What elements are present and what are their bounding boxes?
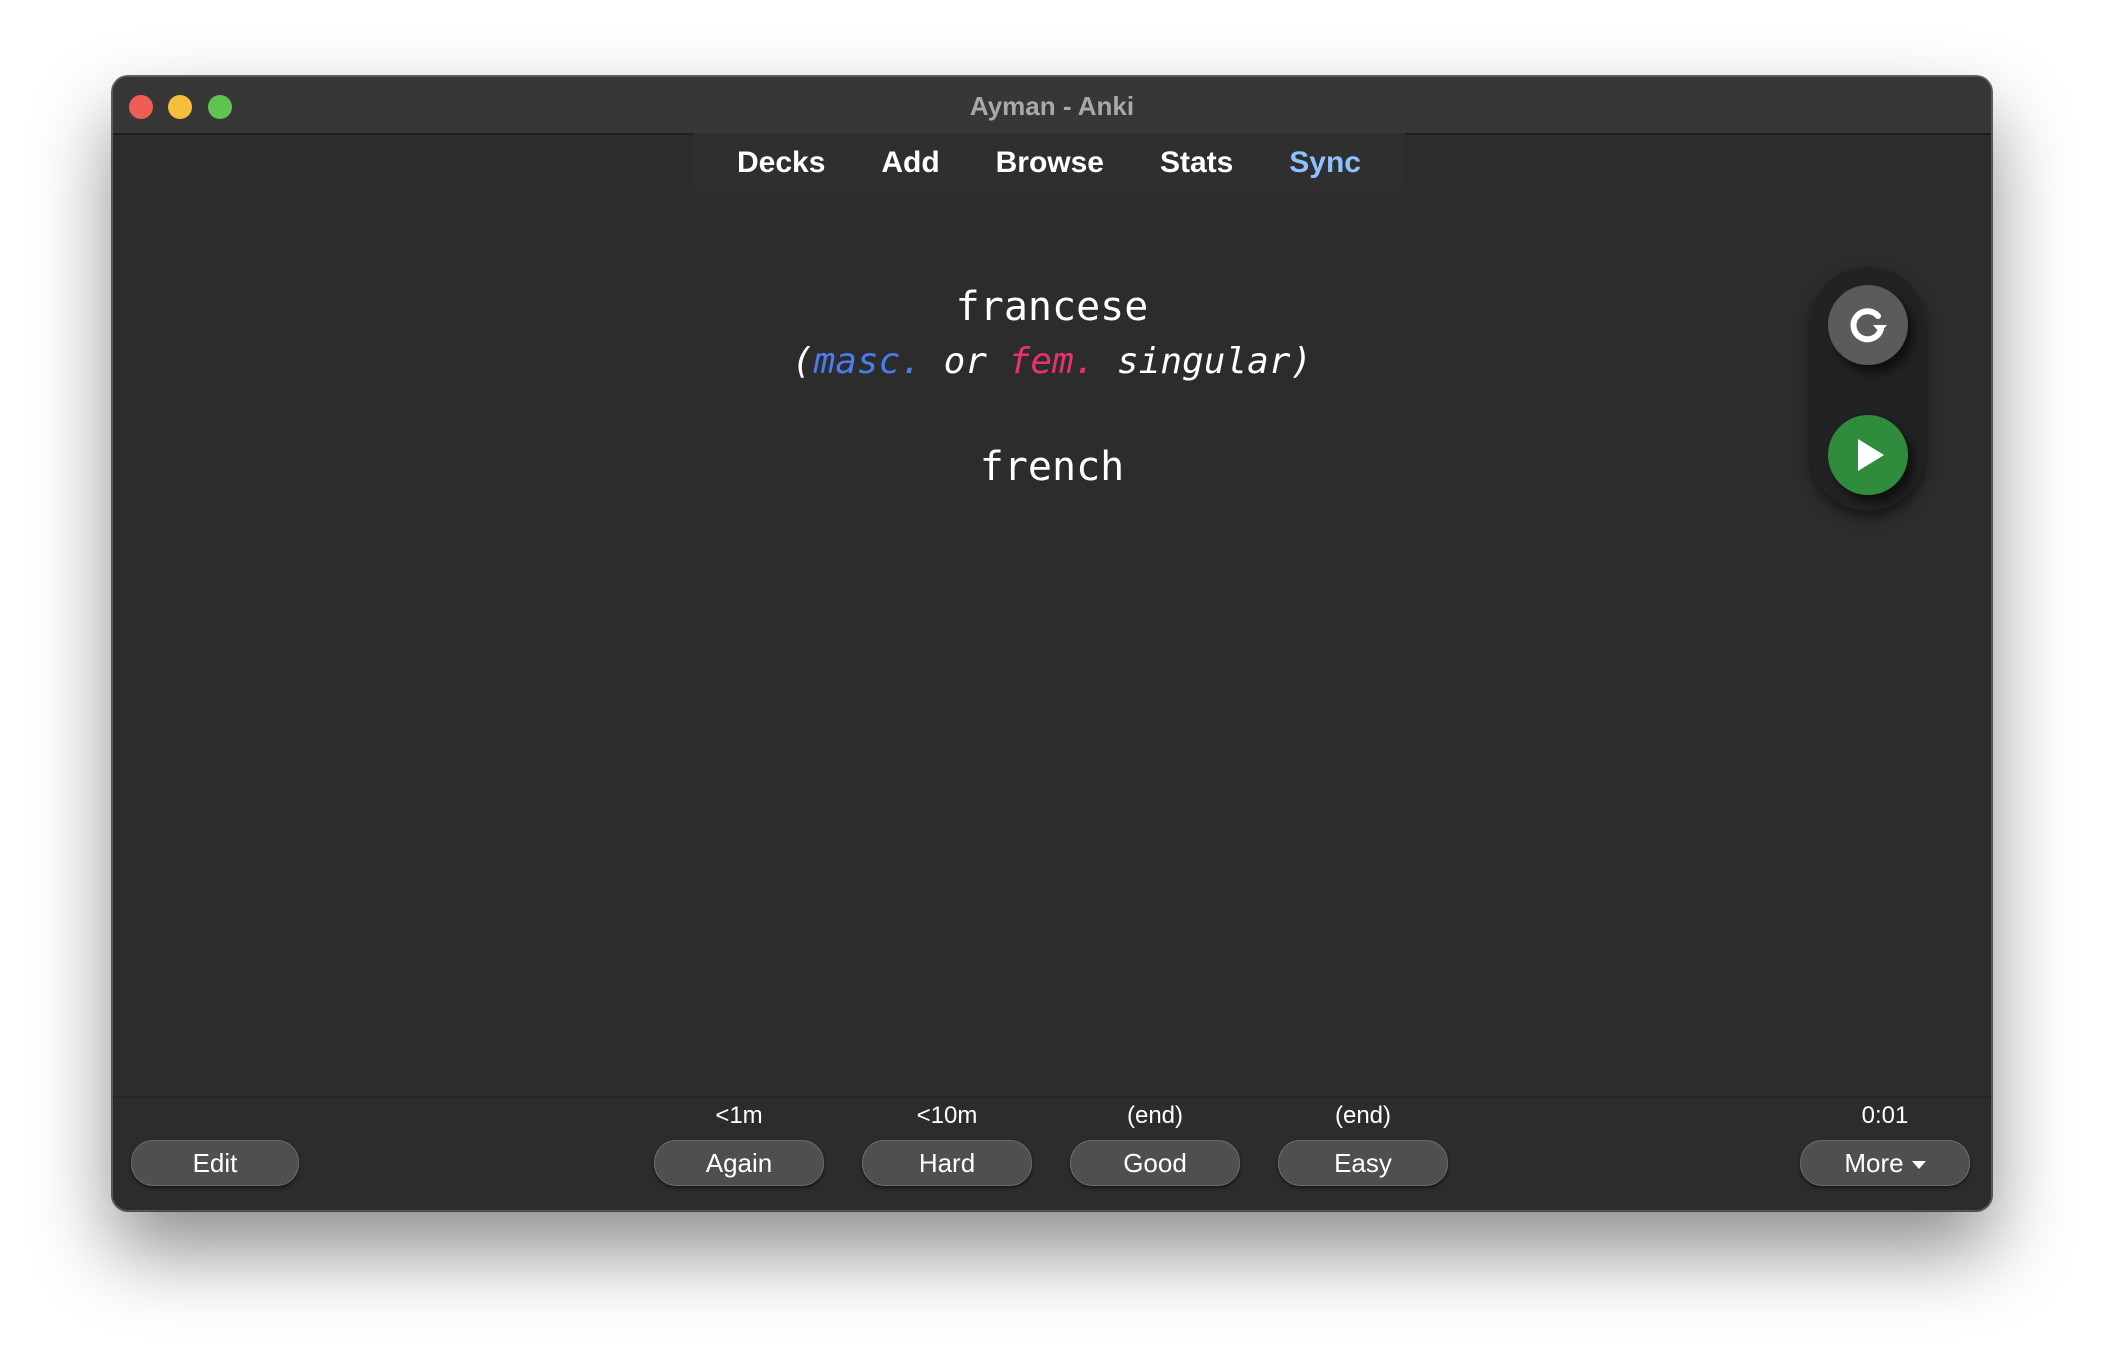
toolbar-stats[interactable]: Stats: [1150, 146, 1243, 180]
good-button[interactable]: Good: [1070, 1140, 1240, 1186]
easy-interval: (end): [1334, 1102, 1392, 1129]
audio-side-panel: [1810, 267, 1926, 511]
play-icon: [1858, 439, 1884, 471]
more-button[interactable]: More: [1800, 1140, 1970, 1186]
edit-button[interactable]: Edit: [131, 1140, 299, 1186]
card-hint: (masc. or fem. singular): [113, 337, 1991, 387]
easy-button[interactable]: Easy: [1278, 1140, 1448, 1186]
card-front: francese: [955, 284, 1149, 330]
again-interval: <1m: [715, 1102, 763, 1129]
main-toolbar: Decks Add Browse Stats Sync: [693, 133, 1405, 193]
chevron-down-icon: [1911, 1161, 1926, 1170]
anki-window: Ayman - Anki Decks Add Browse Stats Sync…: [112, 76, 1992, 1211]
card-back: french: [979, 444, 1125, 490]
answer-bar: Edit <1m Again <10m Hard (end) Good (end…: [113, 1096, 1991, 1210]
title-bar: Ayman - Anki: [113, 77, 1991, 135]
hard-button[interactable]: Hard: [862, 1140, 1032, 1186]
review-timer: 0:01: [1861, 1102, 1909, 1129]
toolbar-add[interactable]: Add: [871, 146, 949, 180]
hint-or: or: [921, 341, 1009, 382]
toolbar-sync[interactable]: Sync: [1279, 146, 1371, 180]
hint-open: (: [791, 341, 814, 382]
hint-fem: fem.: [1008, 341, 1096, 382]
again-button[interactable]: Again: [654, 1140, 824, 1186]
window-title: Ayman - Anki: [969, 91, 1135, 121]
good-interval: (end): [1126, 1102, 1184, 1129]
card-content: francese (masc. or fem. singular) french: [113, 277, 1991, 497]
replay-icon: [1850, 308, 1887, 343]
hard-interval: <10m: [916, 1102, 978, 1129]
play-audio-button[interactable]: [1828, 415, 1908, 495]
hint-masc: masc.: [813, 341, 922, 382]
hint-rest: singular): [1095, 341, 1313, 382]
toolbar-decks[interactable]: Decks: [727, 146, 835, 180]
toolbar-browse[interactable]: Browse: [986, 146, 1114, 180]
replay-button[interactable]: [1828, 285, 1908, 365]
more-label: More: [1844, 1148, 1904, 1178]
